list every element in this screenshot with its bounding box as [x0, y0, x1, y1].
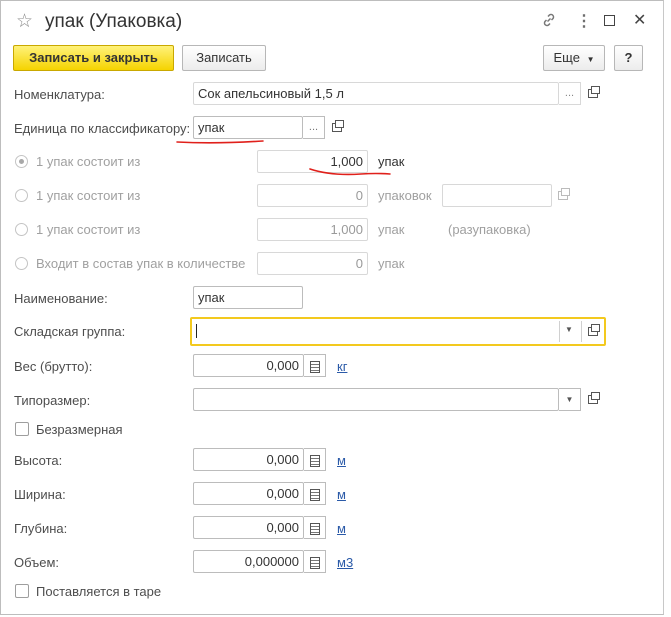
weight-label: Вес (брутто): — [14, 359, 93, 374]
option-4-radio[interactable] — [15, 257, 28, 270]
option-1-label: 1 упак состоит из — [36, 154, 141, 169]
option-1-unit: упак — [378, 154, 405, 169]
option-3-unit: упак — [378, 222, 405, 237]
save-close-button[interactable]: Записать и закрыть — [13, 45, 174, 71]
height-field[interactable]: 0,000 — [193, 448, 304, 471]
size-type-dropdown-button[interactable]: ▼ — [559, 388, 581, 411]
option-3-note: (разупаковка) — [448, 222, 531, 237]
sizeless-checkbox[interactable] — [15, 422, 29, 436]
chevron-down-icon: ▼ — [586, 55, 595, 64]
weight-field[interactable]: 0,000 — [193, 354, 304, 377]
depth-field[interactable]: 0,000 — [193, 516, 304, 539]
warehouse-group-field[interactable] — [190, 317, 606, 346]
open-icon — [558, 188, 570, 201]
option-3-label: 1 упак состоит из — [36, 222, 141, 237]
more-label: Еще — [553, 50, 580, 65]
more-button[interactable]: Еще ▼ — [543, 45, 605, 71]
option-4-unit: упак — [378, 256, 405, 271]
calculator-icon — [309, 522, 320, 535]
option-4-label: Входит в состав упак в количестве — [36, 256, 246, 271]
window-title: упак (Упаковка) — [45, 11, 183, 32]
warehouse-group-open-button[interactable] — [582, 320, 604, 343]
nomenclature-select-button[interactable]: ... — [559, 82, 581, 105]
unit-classifier-select-button[interactable]: ... — [303, 116, 325, 139]
option-3-radio[interactable] — [15, 223, 28, 236]
width-calculator-button[interactable] — [304, 482, 326, 505]
name-field[interactable]: упак — [193, 286, 303, 309]
nomenclature-field[interactable]: Сок апельсиновый 1,5 л — [193, 82, 559, 105]
sizeless-label: Безразмерная — [36, 422, 123, 437]
volume-unit-link[interactable]: м3 — [337, 555, 353, 570]
maximize-icon[interactable] — [604, 15, 615, 26]
width-field[interactable]: 0,000 — [193, 482, 304, 505]
depth-label: Глубина: — [14, 521, 68, 536]
volume-calculator-button[interactable] — [304, 550, 326, 573]
calculator-icon — [309, 454, 320, 467]
volume-label: Объем: — [14, 555, 60, 570]
calculator-icon — [309, 360, 320, 373]
dropdown-arrow-icon[interactable]: ▼ — [565, 325, 573, 334]
unit-classifier-open-button[interactable] — [326, 116, 348, 139]
divider — [559, 321, 560, 342]
option-2-radio[interactable] — [15, 189, 28, 202]
option-1-radio[interactable] — [15, 155, 28, 168]
open-icon — [588, 392, 600, 405]
option-2-unit: упаковок — [378, 188, 432, 203]
size-type-field[interactable] — [193, 388, 559, 411]
tare-label: Поставляется в таре — [36, 584, 162, 599]
tare-checkbox[interactable] — [15, 584, 29, 598]
help-button[interactable]: ? — [614, 45, 643, 71]
name-label: Наименование: — [14, 291, 108, 306]
width-label: Ширина: — [14, 487, 66, 502]
volume-field[interactable]: 0,000000 — [193, 550, 304, 573]
close-icon[interactable]: ✕ — [633, 10, 646, 30]
calculator-icon — [309, 488, 320, 501]
option-4-value[interactable]: 0 — [257, 252, 368, 275]
dropdown-arrow-icon: ▼ — [565, 395, 574, 404]
open-icon — [588, 324, 600, 337]
open-icon — [588, 86, 600, 99]
link-icon[interactable] — [541, 12, 557, 31]
open-icon — [332, 120, 344, 133]
weight-calculator-button[interactable] — [304, 354, 326, 377]
text-cursor — [196, 323, 197, 338]
width-unit-link[interactable]: м — [337, 487, 346, 502]
calculator-icon — [309, 556, 320, 569]
nomenclature-label: Номенклатура: — [14, 87, 105, 102]
height-unit-link[interactable]: м — [337, 453, 346, 468]
height-label: Высота: — [14, 453, 63, 468]
weight-unit-link[interactable]: кг — [337, 359, 347, 374]
unit-classifier-field[interactable]: упак — [193, 116, 303, 139]
option-1-value[interactable]: 1,000 — [257, 150, 368, 173]
depth-calculator-button[interactable] — [304, 516, 326, 539]
option-2-open-button[interactable] — [552, 184, 574, 207]
save-button[interactable]: Записать — [182, 45, 266, 71]
size-type-open-button[interactable] — [582, 388, 604, 411]
option-2-label: 1 упак состоит из — [36, 188, 141, 203]
star-icon[interactable]: ☆ — [16, 10, 33, 33]
form-window: ☆ упак (Упаковка) ⋮ ✕ Записать и закрыть… — [0, 0, 664, 615]
option-3-value[interactable]: 1,000 — [257, 218, 368, 241]
size-type-label: Типоразмер: — [14, 393, 91, 408]
nomenclature-open-button[interactable] — [582, 82, 604, 105]
option-2-value[interactable]: 0 — [257, 184, 368, 207]
annotation-underline-unit — [176, 140, 264, 144]
warehouse-group-label: Складская группа: — [14, 324, 126, 339]
more-vertical-icon[interactable]: ⋮ — [576, 11, 592, 31]
height-calculator-button[interactable] — [304, 448, 326, 471]
unit-classifier-label: Единица по классификатору: — [14, 121, 191, 136]
option-2-packaging-field[interactable] — [442, 184, 552, 207]
depth-unit-link[interactable]: м — [337, 521, 346, 536]
